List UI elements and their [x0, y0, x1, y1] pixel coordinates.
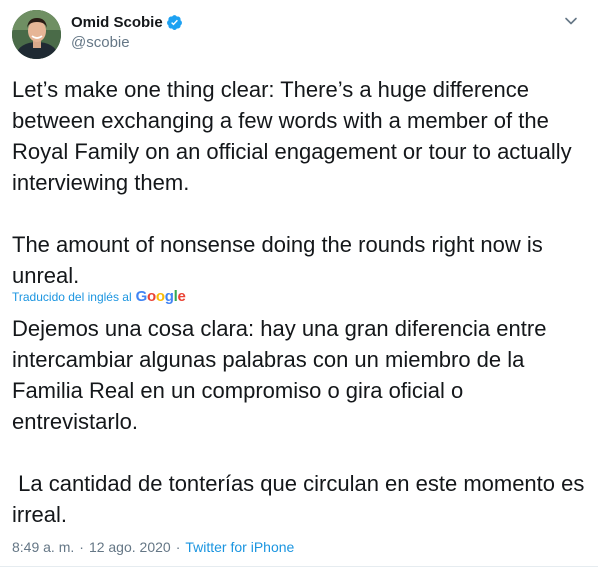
verified-badge-icon	[166, 14, 183, 31]
google-logo: Google	[135, 288, 186, 305]
meta-separator-2: ·	[175, 539, 181, 555]
avatar[interactable]	[12, 10, 61, 59]
tweet-card: Omid Scobie @scobie Let’s make one thing…	[0, 0, 598, 567]
tweet-text: Let’s make one thing clear: There’s a hu…	[12, 77, 572, 288]
translation-label: Traducido del inglés al	[12, 289, 132, 304]
translated-text: Dejemos una cosa clara: hay una gran dif…	[12, 316, 585, 527]
tweet-meta: 8:49 a. m. · 12 ago. 2020 · Twitter for …	[12, 539, 294, 555]
tweet-source-link[interactable]: Twitter for iPhone	[185, 539, 294, 555]
avatar-image	[12, 10, 61, 59]
chevron-down-icon[interactable]	[562, 12, 580, 30]
translation-attribution[interactable]: Traducido del inglés al Google	[12, 288, 186, 305]
user-handle[interactable]: @scobie	[71, 34, 183, 51]
meta-separator: ·	[79, 539, 84, 555]
user-info: Omid Scobie @scobie	[71, 12, 183, 51]
display-name[interactable]: Omid Scobie	[71, 14, 163, 31]
tweet-date[interactable]: 12 ago. 2020	[89, 539, 171, 555]
name-row: Omid Scobie	[71, 12, 183, 32]
tweet-time[interactable]: 8:49 a. m.	[12, 539, 74, 555]
